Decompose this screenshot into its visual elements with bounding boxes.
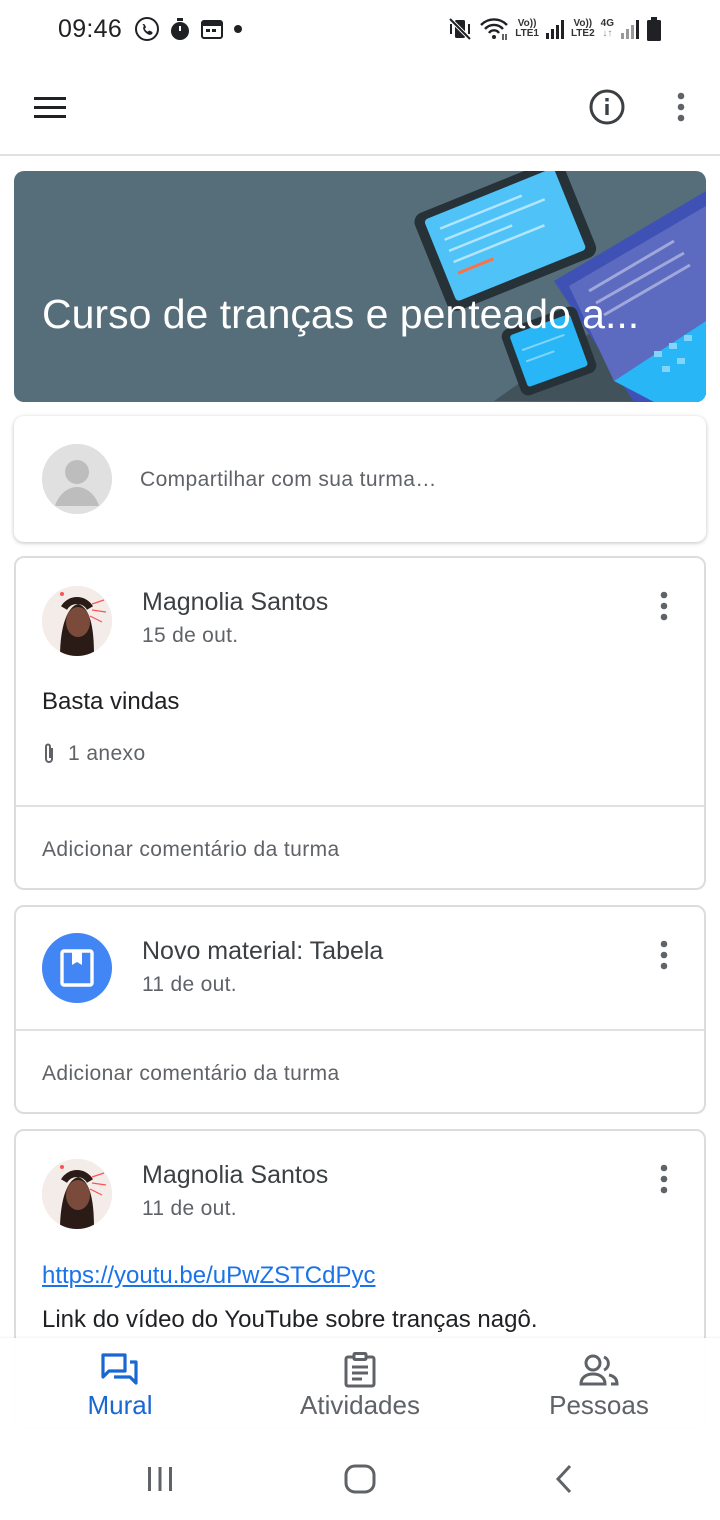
- timer-icon: [168, 17, 192, 41]
- back-button[interactable]: [542, 1462, 586, 1496]
- post-more-options-button[interactable]: [652, 588, 676, 624]
- home-button[interactable]: [338, 1462, 382, 1496]
- recent-apps-icon: [148, 1467, 172, 1491]
- status-left-icons: [134, 16, 244, 42]
- material-post-card[interactable]: Novo material: Tabela 11 de out. Adicion…: [14, 905, 706, 1114]
- material-title: Novo material: Tabela: [142, 937, 384, 965]
- post-body: Basta vindas: [42, 688, 180, 715]
- author-photo: [42, 1159, 112, 1229]
- system-navigation-bar: [0, 1436, 720, 1520]
- menu-button[interactable]: [30, 88, 70, 128]
- paperclip-icon: [45, 743, 53, 763]
- book-material-icon: [60, 949, 94, 987]
- post-author: Magnolia Santos: [142, 588, 329, 616]
- signal-2-icon: [620, 18, 640, 40]
- nav-pessoas[interactable]: Pessoas: [499, 1352, 699, 1421]
- network-4g-indicator: 4G ↓↑: [601, 19, 614, 39]
- status-bar: 09:46 Vo)) LTE1 Vo)) LTE2 4G ↓↑: [0, 0, 720, 58]
- info-icon: [589, 89, 625, 125]
- net1-bottom-label: LTE1: [515, 28, 539, 39]
- youtube-link[interactable]: https://youtu.be/uPwZSTCdPyc: [42, 1262, 375, 1290]
- author-photo: [42, 586, 112, 656]
- class-info-button[interactable]: [586, 86, 628, 128]
- author-avatar: [42, 1159, 112, 1229]
- stream-icon: [101, 1353, 138, 1385]
- add-class-comment[interactable]: Adicionar comentário da turma: [42, 838, 340, 862]
- nav-pessoas-label: Pessoas: [549, 1390, 649, 1420]
- divider: [16, 1029, 704, 1031]
- back-icon: [555, 1464, 572, 1494]
- material-icon-circle: [42, 933, 112, 1003]
- class-title: Curso de tranças e penteado a...: [42, 291, 640, 337]
- post-date: 15 de out.: [142, 624, 239, 647]
- classwork-icon: [344, 1352, 376, 1388]
- nav-atividades[interactable]: Atividades: [260, 1352, 460, 1421]
- nav-mural-label: Mural: [87, 1390, 153, 1420]
- more-vert-icon: [677, 92, 685, 122]
- attachments-link[interactable]: 1 anexo: [42, 742, 146, 766]
- share-with-class-box[interactable]: Compartilhar com sua turma…: [14, 416, 706, 542]
- author-avatar: [42, 586, 112, 656]
- banner-illustration: [414, 171, 706, 402]
- vibrate-mute-icon: [447, 16, 473, 42]
- recent-apps-button[interactable]: [138, 1462, 182, 1496]
- wifi-icon: [479, 16, 509, 42]
- divider: [16, 805, 704, 807]
- post-more-options-button[interactable]: [652, 1161, 676, 1197]
- hamburger-menu-icon: [34, 97, 66, 118]
- more-vert-icon: [660, 1164, 668, 1194]
- net2-bottom-label: LTE2: [570, 28, 595, 39]
- app-more-options-button[interactable]: [666, 86, 696, 128]
- default-avatar-icon: [42, 444, 112, 514]
- more-vert-icon: [660, 940, 668, 970]
- attachment-count: 1 anexo: [68, 742, 146, 765]
- add-class-comment[interactable]: Adicionar comentário da turma: [42, 1062, 340, 1086]
- post-body: Link do vídeo do YouTube sobre tranças n…: [42, 1306, 538, 1333]
- share-placeholder: Compartilhar com sua turma…: [140, 468, 437, 491]
- app-bar: [0, 58, 720, 156]
- notification-dot-icon: [232, 23, 244, 35]
- post-date: 11 de out.: [142, 973, 237, 996]
- data-arrows-icon: ↓↑: [602, 28, 613, 39]
- user-avatar: [42, 444, 112, 514]
- signal-1-icon: [545, 18, 565, 40]
- post-author: Magnolia Santos: [142, 1161, 329, 1189]
- nav-atividades-label: Atividades: [300, 1390, 420, 1420]
- nav-mural[interactable]: Mural: [20, 1352, 220, 1421]
- post-card[interactable]: Magnolia Santos 15 de out. Basta vindas …: [14, 556, 706, 890]
- phone-call-icon: [134, 16, 160, 42]
- battery-icon: [646, 16, 662, 42]
- class-banner[interactable]: Curso de tranças e penteado a...: [14, 171, 706, 402]
- status-right-icons: Vo)) LTE1 Vo)) LTE2 4G ↓↑: [447, 16, 662, 42]
- network-lte2-indicator: Vo)) LTE2: [571, 19, 595, 39]
- more-vert-icon: [660, 591, 668, 621]
- post-more-options-button[interactable]: [652, 937, 676, 973]
- home-icon: [344, 1464, 376, 1494]
- network-lte1-indicator: Vo)) LTE1: [515, 19, 539, 39]
- calendar-icon: [200, 17, 224, 41]
- people-icon: [579, 1354, 619, 1386]
- status-time: 09:46: [58, 14, 123, 43]
- bottom-navigation: Mural Atividades Pessoas: [0, 1338, 720, 1436]
- post-date: 11 de out.: [142, 1197, 237, 1220]
